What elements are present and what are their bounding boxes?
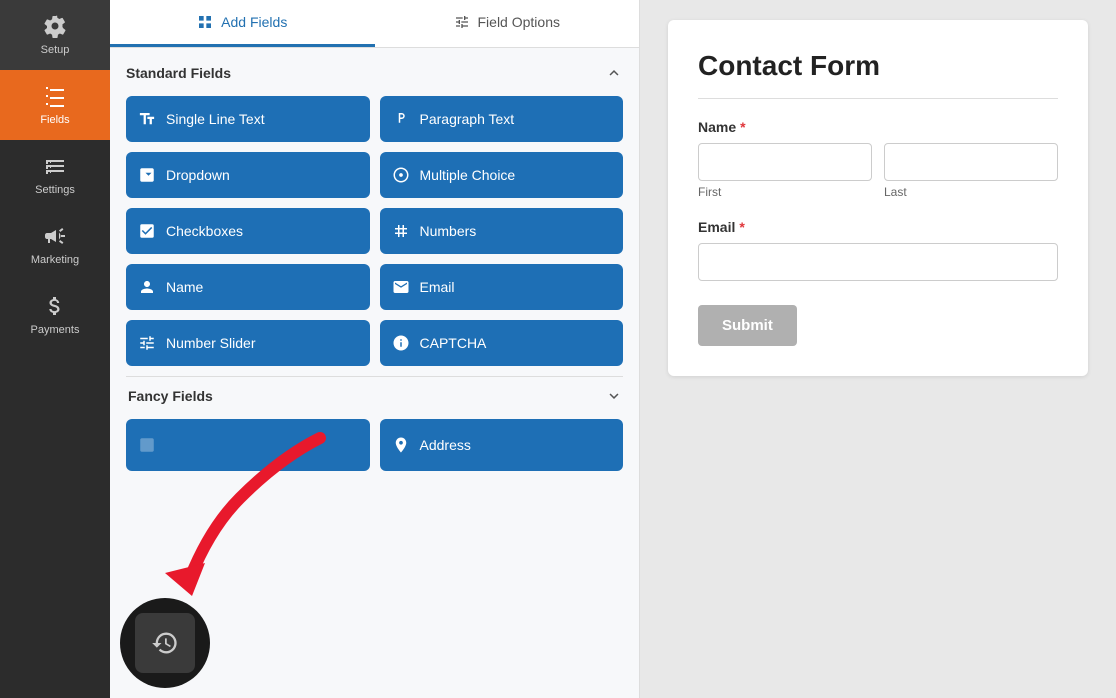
field-btn-name-label: Name [166, 279, 203, 295]
name-last-group: Last [884, 143, 1058, 199]
email-input[interactable] [698, 243, 1058, 281]
fancy-fields-header: Fancy Fields [126, 387, 623, 405]
name-first-input[interactable] [698, 143, 872, 181]
dropdown-icon [138, 166, 156, 184]
tab-field-options-label: Field Options [478, 14, 560, 30]
field-btn-blank[interactable] [126, 419, 370, 471]
sidebar-item-payments-label: Payments [31, 324, 80, 336]
standard-fields-header: Standard Fields [126, 64, 623, 82]
marketing-icon [43, 224, 67, 248]
history-icon [151, 629, 179, 657]
name-inputs: First Last [698, 143, 1058, 199]
radio-icon [392, 166, 410, 184]
field-btn-single-line-text[interactable]: Single Line Text [126, 96, 370, 142]
sidebar-item-settings-label: Settings [35, 184, 75, 196]
field-btn-checkboxes[interactable]: Checkboxes [126, 208, 370, 254]
sidebar-item-setup[interactable]: Setup [0, 0, 110, 70]
field-btn-paragraph-text-label: Paragraph Text [420, 111, 515, 127]
field-btn-email-label: Email [420, 279, 455, 295]
settings-icon [43, 154, 67, 178]
form-label-email-text: Email [698, 219, 735, 235]
chevron-up-icon[interactable] [605, 64, 623, 82]
field-btn-captcha[interactable]: CAPTCHA [380, 320, 624, 366]
form-label-name-text: Name [698, 119, 736, 135]
field-btn-address-label: Address [420, 437, 471, 453]
sidebar-item-payments[interactable]: Payments [0, 280, 110, 350]
required-star-name: * [740, 119, 745, 135]
form-title: Contact Form [698, 50, 1058, 82]
form-field-email: Email * [698, 219, 1058, 281]
hash-icon [392, 222, 410, 240]
field-btn-multiple-choice-label: Multiple Choice [420, 167, 516, 183]
name-last-input[interactable] [884, 143, 1058, 181]
tab-add-fields-label: Add Fields [221, 14, 287, 30]
form-label-name: Name * [698, 119, 1058, 135]
slider-icon [138, 334, 156, 352]
person-icon [138, 278, 156, 296]
blank-icon [138, 436, 156, 454]
field-btn-address[interactable]: Address [380, 419, 624, 471]
field-btn-numbers[interactable]: Numbers [380, 208, 624, 254]
fancy-fields-label: Fancy Fields [128, 388, 213, 404]
checkbox-icon [138, 222, 156, 240]
name-first-sub-label: First [698, 185, 872, 199]
field-btn-email[interactable]: Email [380, 264, 624, 310]
field-btn-dropdown[interactable]: Dropdown [126, 152, 370, 198]
sidebar-item-setup-label: Setup [41, 44, 70, 56]
sidebar-item-settings[interactable]: Settings [0, 140, 110, 210]
sidebar-item-fields[interactable]: Fields [0, 70, 110, 140]
history-button[interactable] [120, 598, 210, 688]
field-btn-multiple-choice[interactable]: Multiple Choice [380, 152, 624, 198]
submit-button[interactable]: Submit [698, 305, 797, 346]
name-last-sub-label: Last [884, 185, 1058, 199]
history-inner [135, 613, 195, 673]
tab-add-fields[interactable]: Add Fields [110, 0, 375, 47]
field-btn-paragraph-text[interactable]: Paragraph Text [380, 96, 624, 142]
field-btn-number-slider-label: Number Slider [166, 335, 255, 351]
sidebar-item-marketing-label: Marketing [31, 254, 79, 266]
envelope-icon [392, 278, 410, 296]
field-btn-dropdown-label: Dropdown [166, 167, 230, 183]
field-btn-checkboxes-label: Checkboxes [166, 223, 243, 239]
paragraph-icon [392, 110, 410, 128]
tab-field-options[interactable]: Field Options [375, 0, 640, 47]
sidebar: Setup Fields Settings Marketing Payments [0, 0, 110, 698]
sidebar-item-marketing[interactable]: Marketing [0, 210, 110, 280]
captcha-icon [392, 334, 410, 352]
text-line-icon [138, 110, 156, 128]
field-btn-numbers-label: Numbers [420, 223, 477, 239]
fields-content: Standard Fields Single Line Text Paragra… [110, 48, 639, 698]
gear-icon [43, 14, 67, 38]
fields-icon [43, 84, 67, 108]
name-first-group: First [698, 143, 872, 199]
sidebar-item-fields-label: Fields [40, 114, 69, 126]
form-field-name: Name * First Last [698, 119, 1058, 199]
payments-icon [43, 294, 67, 318]
required-star-email: * [739, 219, 744, 235]
field-btn-number-slider[interactable]: Number Slider [126, 320, 370, 366]
field-btn-single-line-text-label: Single Line Text [166, 111, 265, 127]
middle-panel: Add Fields Field Options Standard Fields… [110, 0, 640, 698]
grid-icon [197, 14, 213, 30]
form-divider [698, 98, 1058, 99]
pin-icon [392, 436, 410, 454]
field-btn-name[interactable]: Name [126, 264, 370, 310]
tabs-header: Add Fields Field Options [110, 0, 639, 48]
section-divider [126, 376, 623, 377]
sliders-icon [454, 14, 470, 30]
field-btn-captcha-label: CAPTCHA [420, 335, 487, 351]
chevron-down-icon[interactable] [605, 387, 623, 405]
standard-fields-label: Standard Fields [126, 65, 231, 81]
form-label-email: Email * [698, 219, 1058, 235]
standard-fields-grid: Single Line Text Paragraph Text Dropdown… [126, 96, 623, 366]
fancy-fields-grid: Address [126, 419, 623, 471]
right-panel: Contact Form Name * First Last [640, 0, 1116, 698]
form-preview: Contact Form Name * First Last [668, 20, 1088, 376]
